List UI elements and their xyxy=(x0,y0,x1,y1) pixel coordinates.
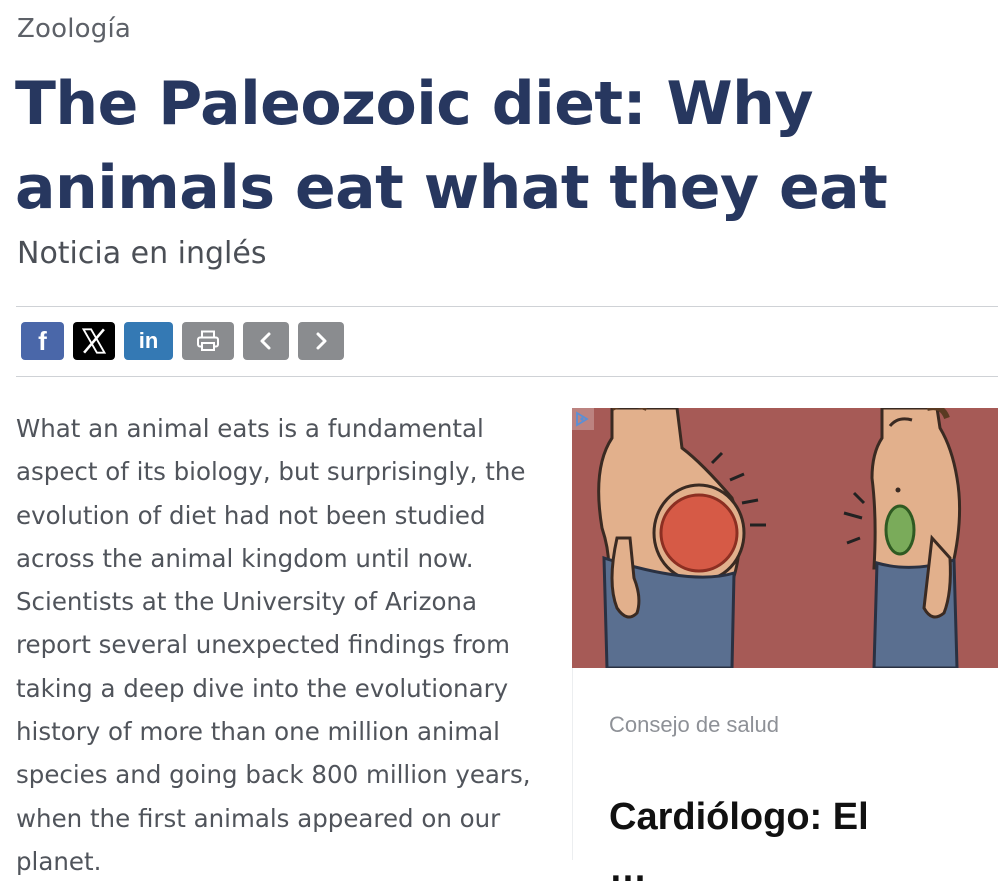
ad-headline-continued[interactable]: … xyxy=(609,848,647,891)
category-label[interactable]: Zoología xyxy=(17,14,131,44)
x-share-button[interactable] xyxy=(73,322,115,360)
chevron-left-icon xyxy=(260,332,271,350)
facebook-share-button[interactable]: f xyxy=(21,322,64,360)
adchoices-icon[interactable] xyxy=(572,408,594,430)
x-icon xyxy=(81,328,107,354)
ad-headline[interactable]: Cardiólogo: El xyxy=(609,796,869,839)
ad-image[interactable] xyxy=(572,408,998,668)
article-subtitle: Noticia en inglés xyxy=(17,236,267,271)
article-body: What an animal eats is a fundamental asp… xyxy=(16,414,531,876)
facebook-icon: f xyxy=(38,325,47,356)
ad-illustration xyxy=(572,408,998,668)
next-article-button[interactable] xyxy=(298,322,344,360)
linkedin-share-button[interactable]: in xyxy=(124,322,173,360)
ad-panel[interactable]: Consejo de salud Cardiólogo: El … xyxy=(572,668,998,890)
chevron-right-icon xyxy=(316,332,327,350)
linkedin-icon: in xyxy=(138,328,159,353)
ad-sponsor-label: Consejo de salud xyxy=(609,712,780,737)
article-title: The Paleozoic diet: Why animals eat what… xyxy=(15,69,888,223)
divider-bottom xyxy=(16,376,998,377)
previous-article-button[interactable] xyxy=(243,322,289,360)
divider-top xyxy=(16,306,998,307)
share-bar: f in xyxy=(21,322,344,360)
print-button[interactable] xyxy=(182,322,234,360)
print-icon xyxy=(197,330,219,351)
